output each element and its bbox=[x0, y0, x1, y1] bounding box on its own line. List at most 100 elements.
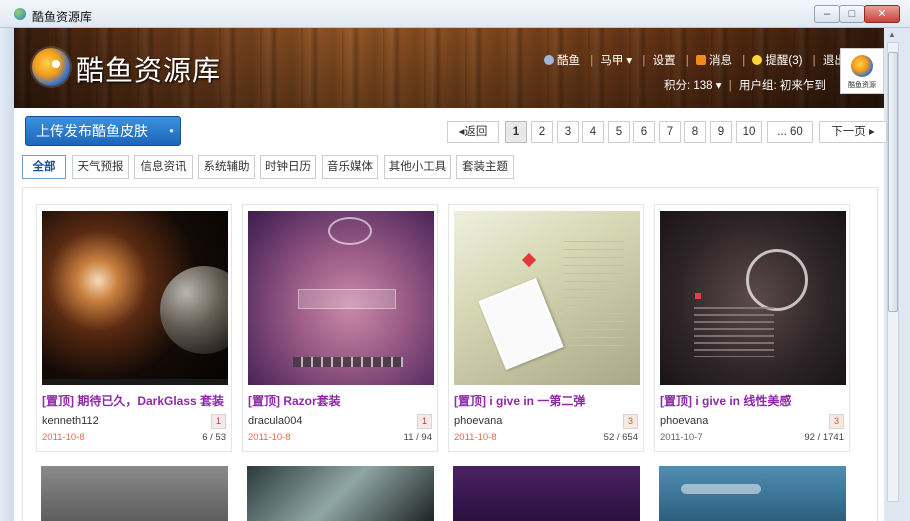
comment-badge: 3 bbox=[829, 414, 844, 429]
upload-skin-label: 上传发布酷鱼皮肤 bbox=[36, 123, 148, 139]
thumbnail-art bbox=[293, 357, 403, 367]
skin-author[interactable]: phoevana bbox=[660, 415, 708, 427]
heart-icon bbox=[521, 252, 537, 268]
tab-clock-calendar[interactable]: 时钟日历 bbox=[260, 155, 316, 179]
avatar-logo-icon bbox=[851, 55, 873, 77]
skin-thumbnail[interactable] bbox=[454, 211, 640, 385]
caret-right-icon: ● bbox=[169, 126, 174, 135]
app-icon bbox=[14, 8, 26, 20]
user-icon bbox=[544, 55, 554, 65]
page-button[interactable]: 7 bbox=[659, 121, 681, 143]
tab-other-gadgets[interactable]: 其他小工具 bbox=[384, 155, 451, 179]
chevron-down-icon[interactable]: ▾ bbox=[713, 80, 722, 92]
page-button[interactable]: 9 bbox=[710, 121, 732, 143]
logo-text[interactable]: 酷鱼资源库 bbox=[76, 49, 221, 89]
skin-title[interactable]: [置顶] i give in 一第二弹 bbox=[454, 392, 640, 409]
window-frame-left bbox=[0, 28, 14, 521]
page-button[interactable]: 1 bbox=[505, 121, 527, 143]
skin-thumbnail[interactable] bbox=[660, 211, 846, 385]
thumbnail-art bbox=[564, 241, 624, 351]
skin-author[interactable]: kenneth112 bbox=[42, 415, 99, 427]
skin-title[interactable]: [置顶] 期待已久，DarkGlass 套装 bbox=[42, 392, 228, 409]
tab-theme-suites[interactable]: 套装主题 bbox=[456, 155, 514, 179]
mail-icon bbox=[696, 55, 706, 65]
user-name-link[interactable]: 酷鱼 bbox=[557, 55, 580, 67]
page-button[interactable]: 4 bbox=[582, 121, 604, 143]
skin-stats: 52 / 654 bbox=[603, 432, 638, 443]
user-stats-bar: 积分: 138 ▾ | 用户组: 初来乍到 bbox=[664, 77, 826, 93]
character-menu[interactable]: 马甲 bbox=[600, 55, 623, 67]
bulb-icon bbox=[752, 55, 763, 65]
upload-skin-button[interactable]: 上传发布酷鱼皮肤 ● bbox=[25, 116, 181, 146]
minimize-button[interactable]: – bbox=[814, 5, 840, 23]
page-button[interactable]: 6 bbox=[633, 121, 655, 143]
thumbnail-art bbox=[694, 307, 774, 357]
skin-title[interactable]: [置顶] i give in 线性美感 bbox=[660, 392, 846, 409]
settings-link[interactable]: 设置 bbox=[653, 55, 676, 67]
thumbnail-art bbox=[478, 278, 564, 370]
chevron-down-icon[interactable]: ▾ bbox=[626, 55, 632, 67]
skin-thumbnail[interactable] bbox=[247, 466, 434, 521]
close-button[interactable]: ✕ bbox=[864, 5, 900, 23]
tab-news[interactable]: 信息资讯 bbox=[134, 155, 193, 179]
thumbnail-art bbox=[746, 249, 808, 311]
thumbnail-art bbox=[328, 217, 372, 245]
skin-author[interactable]: dracula004 bbox=[248, 415, 302, 427]
page-button[interactable]: 2 bbox=[531, 121, 553, 143]
skin-thumbnail[interactable] bbox=[42, 211, 228, 385]
comment-badge: 1 bbox=[417, 414, 432, 429]
scroll-up-icon[interactable]: ▲ bbox=[888, 30, 898, 39]
tab-all[interactable]: 全部 bbox=[22, 155, 66, 179]
skin-date: 2011-10-8 bbox=[42, 432, 85, 443]
skin-date: 2011-10-8 bbox=[454, 432, 497, 443]
page-button[interactable]: 5 bbox=[608, 121, 630, 143]
skin-thumbnail[interactable] bbox=[659, 466, 846, 521]
skin-card[interactable]: [置顶] i give in 一第二弹 phoevana 3 2011-10-8… bbox=[448, 204, 644, 452]
thumbnail-art bbox=[160, 266, 228, 354]
skin-thumbnail[interactable] bbox=[248, 211, 434, 385]
skin-date: 2011-10-7 bbox=[660, 432, 703, 443]
skin-thumbnail[interactable] bbox=[453, 466, 640, 521]
user-bar: 酷鱼 | 马甲 ▾ | 设置 | 消息 | 提醒(3) | 退出 bbox=[544, 52, 849, 68]
window-titlebar: 酷鱼资源库 – □ ✕ bbox=[0, 0, 910, 28]
skin-title[interactable]: [置顶] Razor套装 bbox=[248, 392, 434, 409]
site-header: 酷鱼资源库 酷鱼 | 马甲 ▾ | 设置 | 消息 | 提醒(3) | 退出 积分… bbox=[14, 28, 884, 108]
page-button[interactable]: 3 bbox=[557, 121, 579, 143]
points-menu[interactable]: 积分: 138 bbox=[664, 80, 713, 92]
skin-thumbnail[interactable] bbox=[41, 466, 228, 521]
window-title: 酷鱼资源库 bbox=[32, 10, 93, 24]
skin-stats: 92 / 1741 bbox=[804, 432, 844, 443]
reminders-link[interactable]: 提醒(3) bbox=[765, 55, 802, 67]
separator: | bbox=[728, 80, 732, 92]
messages-link[interactable]: 消息 bbox=[709, 55, 732, 67]
avatar[interactable]: 酷鱼资源 bbox=[840, 48, 884, 94]
skin-card[interactable]: [置顶] i give in 线性美感 phoevana 3 2011-10-7… bbox=[654, 204, 850, 452]
next-page-button[interactable]: 下一页 ▸ bbox=[819, 121, 887, 143]
user-group-label: 用户组: 初来乍到 bbox=[738, 80, 826, 92]
separator: | bbox=[685, 55, 689, 67]
prev-page-button[interactable]: ◂返回 bbox=[447, 121, 499, 143]
avatar-caption: 酷鱼资源 bbox=[848, 82, 876, 89]
skin-card[interactable]: [置顶] Razor套装 dracula004 1 2011-10-8 11 /… bbox=[242, 204, 438, 452]
maximize-button[interactable]: □ bbox=[839, 5, 865, 23]
logo-icon[interactable] bbox=[32, 48, 70, 86]
skin-date: 2011-10-8 bbox=[248, 432, 291, 443]
scrollbar-thumb[interactable] bbox=[888, 52, 898, 312]
comment-badge: 3 bbox=[623, 414, 638, 429]
skin-author[interactable]: phoevana bbox=[454, 415, 502, 427]
chevron-right-icon: ▸ bbox=[868, 126, 875, 138]
separator: | bbox=[642, 55, 646, 67]
thumbnail-art bbox=[298, 289, 396, 309]
separator: | bbox=[742, 55, 746, 67]
page-button[interactable]: ... 60 bbox=[767, 121, 813, 143]
comment-badge: 1 bbox=[211, 414, 226, 429]
tab-system[interactable]: 系统辅助 bbox=[198, 155, 255, 179]
separator: | bbox=[590, 55, 594, 67]
tab-music-media[interactable]: 音乐媒体 bbox=[322, 155, 378, 179]
skin-card[interactable]: [置顶] 期待已久，DarkGlass 套装 kenneth112 1 2011… bbox=[36, 204, 232, 452]
tab-weather[interactable]: 天气预报 bbox=[72, 155, 129, 179]
thumbnail-art bbox=[695, 293, 701, 299]
skin-stats: 11 / 94 bbox=[403, 432, 432, 443]
page-button[interactable]: 10 bbox=[736, 121, 762, 143]
page-button[interactable]: 8 bbox=[684, 121, 706, 143]
